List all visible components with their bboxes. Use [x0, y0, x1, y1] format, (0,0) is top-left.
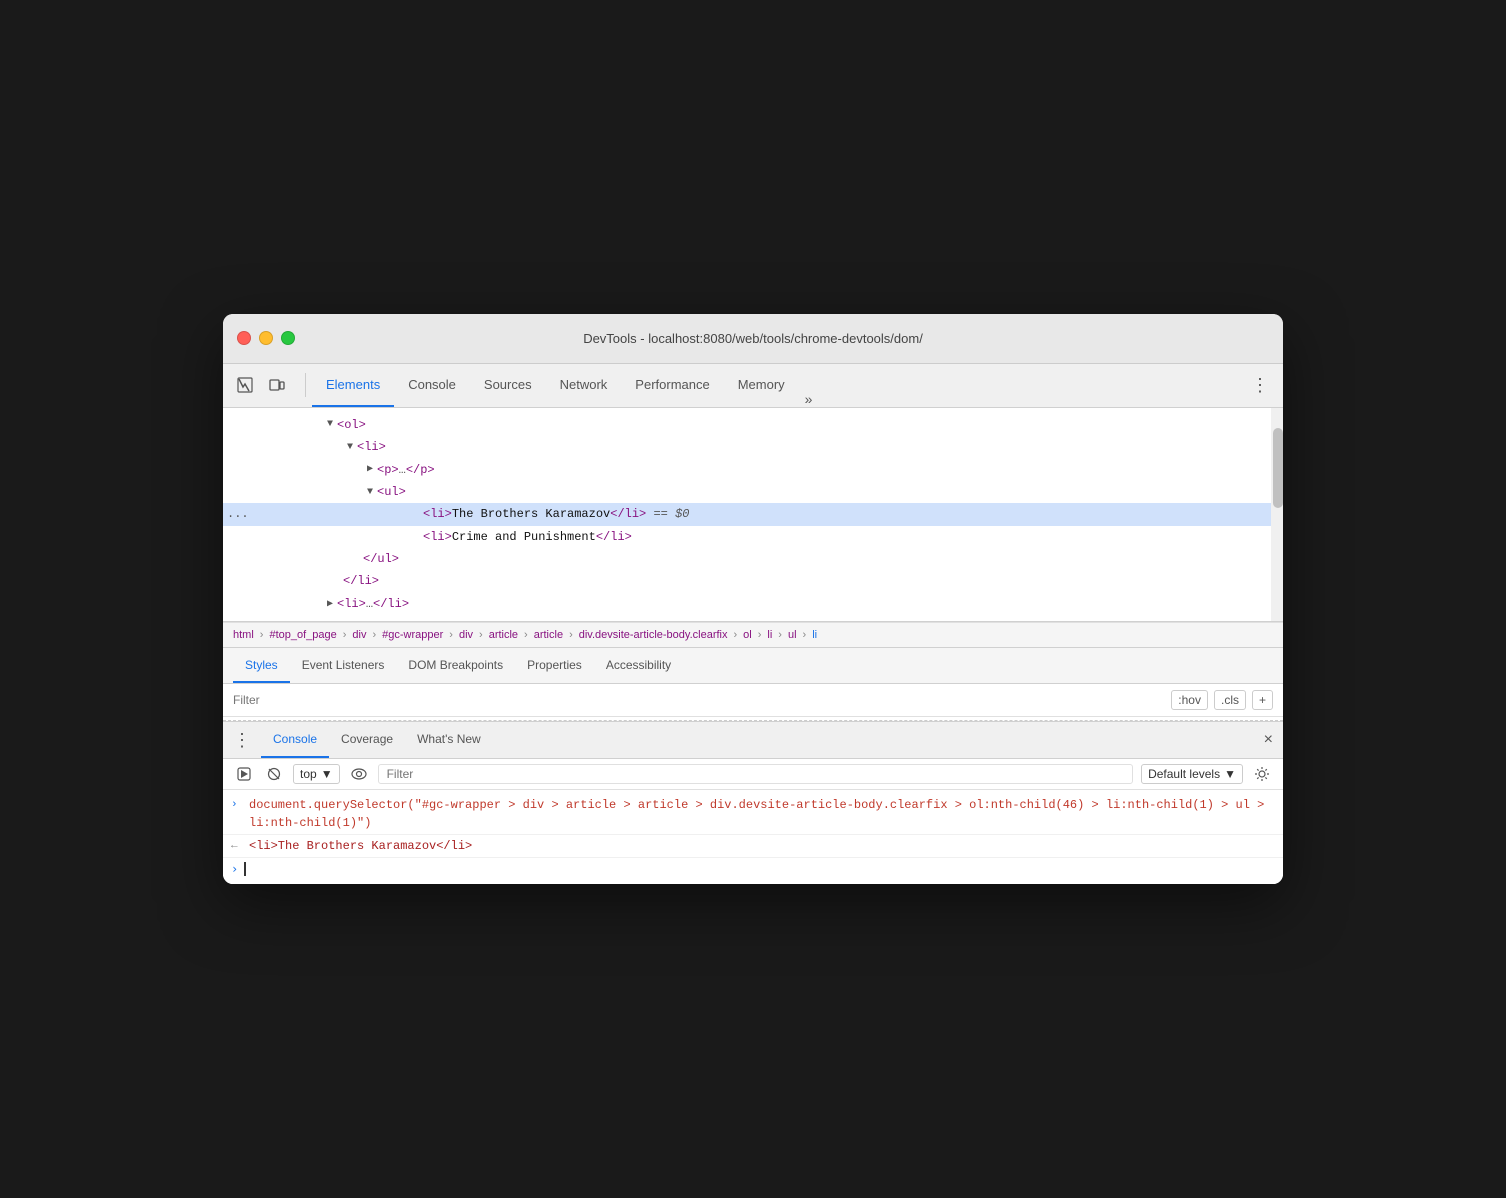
entry-arrow-1: ›	[231, 797, 245, 814]
dom-row-li-collapsed[interactable]: ▶ <li> … </li>	[223, 593, 1283, 615]
inspect-element-button[interactable]	[233, 373, 257, 397]
styles-filter-bar: :hov .cls +	[223, 684, 1283, 717]
console-prompt: ›	[231, 862, 238, 876]
expand-ol-arrow[interactable]: ▼	[323, 416, 337, 433]
console-tab-console[interactable]: Console	[261, 722, 329, 758]
dom-scrollbar-thumb[interactable]	[1273, 428, 1283, 508]
dom-scrollbar[interactable]	[1271, 408, 1283, 622]
console-tabs-bar: ⋮ Console Coverage What's New ×	[223, 721, 1283, 759]
dom-row-close-ul[interactable]: </ul>	[223, 548, 1283, 570]
breadcrumb-html[interactable]: html	[233, 629, 254, 641]
breadcrumb-div-class[interactable]: div.devsite-article-body.clearfix	[579, 629, 728, 641]
sub-tab-event-listeners[interactable]: Event Listeners	[290, 648, 397, 683]
console-query-text: document.querySelector("#gc-wrapper > di…	[249, 796, 1275, 832]
console-more-button[interactable]: ⋮	[233, 730, 251, 751]
dom-row-p[interactable]: ▶ <p> … </p>	[223, 459, 1283, 481]
styles-filter-input[interactable]	[233, 693, 1163, 707]
sub-tabs-bar: Styles Event Listeners DOM Breakpoints P…	[223, 648, 1283, 684]
console-input-line[interactable]: ›	[223, 858, 1283, 880]
breadcrumb-li-selected[interactable]: li	[812, 629, 817, 641]
dom-row-crime[interactable]: <li> Crime and Punishment </li>	[223, 526, 1283, 548]
console-settings-button[interactable]	[1251, 763, 1273, 785]
sub-tab-accessibility[interactable]: Accessibility	[594, 648, 683, 683]
window-title: DevTools - localhost:8080/web/tools/chro…	[583, 331, 923, 346]
main-tabs-bar: Elements Console Sources Network Perform…	[223, 364, 1283, 408]
console-cursor	[244, 862, 246, 876]
entry-arrow-2: ←	[231, 838, 245, 855]
add-style-button[interactable]: +	[1252, 690, 1273, 710]
title-bar: DevTools - localhost:8080/web/tools/chro…	[223, 314, 1283, 364]
default-levels-button[interactable]: Default levels ▼	[1141, 764, 1243, 784]
levels-dropdown-arrow: ▼	[1224, 767, 1236, 781]
eye-button[interactable]	[348, 763, 370, 785]
devtools-window: DevTools - localhost:8080/web/tools/chro…	[223, 314, 1283, 885]
expand-li1-arrow[interactable]: ▼	[343, 439, 357, 456]
console-tab-coverage[interactable]: Coverage	[329, 722, 405, 758]
tab-elements[interactable]: Elements	[312, 364, 394, 407]
dom-row-brothers[interactable]: ... <li> The Brothers Karamazov </li> ==…	[223, 503, 1283, 525]
breadcrumb-ol[interactable]: ol	[743, 629, 752, 641]
console-entry-result[interactable]: ← <li>The Brothers Karamazov</li>	[223, 835, 1283, 858]
tab-memory[interactable]: Memory	[724, 364, 799, 407]
clear-console-button[interactable]	[263, 763, 285, 785]
context-selector[interactable]: top ▼	[293, 764, 340, 784]
tab-performance[interactable]: Performance	[621, 364, 723, 407]
console-filter-input[interactable]	[378, 764, 1133, 784]
devtools-menu-button[interactable]: ⋮	[1247, 375, 1273, 396]
dots-indicator: ...	[223, 504, 253, 524]
minimize-button[interactable]	[259, 331, 273, 345]
expand-ul-arrow[interactable]: ▼	[363, 484, 377, 501]
expand-p-arrow[interactable]: ▶	[363, 461, 377, 478]
execute-script-button[interactable]	[233, 763, 255, 785]
elements-panel: ▼ <ol> ▼ <li> ▶ <p> … </p> ▼ <ul>	[223, 408, 1283, 623]
breadcrumb-bar: html › #top_of_page › div › #gc-wrapper …	[223, 622, 1283, 648]
tab-network[interactable]: Network	[546, 364, 622, 407]
breadcrumb-li2[interactable]: li	[767, 629, 772, 641]
console-result-text: <li>The Brothers Karamazov</li>	[249, 837, 1275, 855]
breadcrumb-article1[interactable]: article	[489, 629, 518, 641]
context-dropdown-arrow: ▼	[321, 767, 333, 781]
expand-li-collapsed-arrow[interactable]: ▶	[323, 596, 337, 613]
hov-button[interactable]: :hov	[1171, 690, 1208, 710]
dom-row-li-1[interactable]: ▼ <li>	[223, 436, 1283, 458]
console-output: › document.querySelector("#gc-wrapper > …	[223, 790, 1283, 884]
traffic-lights	[237, 331, 295, 345]
breadcrumb-div2[interactable]: div	[459, 629, 473, 641]
sub-tab-styles[interactable]: Styles	[233, 648, 290, 683]
tabs-more-button[interactable]: »	[799, 391, 819, 407]
sub-tab-dom-breakpoints[interactable]: DOM Breakpoints	[396, 648, 515, 683]
close-button[interactable]	[237, 331, 251, 345]
breadcrumb-article2[interactable]: article	[534, 629, 563, 641]
filter-buttons: :hov .cls +	[1171, 690, 1273, 710]
device-toolbar-button[interactable]	[265, 373, 289, 397]
console-close-button[interactable]: ×	[1264, 731, 1273, 749]
toolbar-icons	[233, 373, 289, 397]
console-toolbar: top ▼ Default levels ▼	[223, 759, 1283, 790]
breadcrumb-gc-wrapper[interactable]: #gc-wrapper	[382, 629, 443, 641]
dom-row-close-li1[interactable]: </li>	[223, 570, 1283, 592]
tab-console[interactable]: Console	[394, 364, 470, 407]
sub-tab-properties[interactable]: Properties	[515, 648, 594, 683]
dom-row-ul[interactable]: ▼ <ul>	[223, 481, 1283, 503]
tabs-bar-actions: ⋮	[1247, 375, 1273, 396]
tab-sources[interactable]: Sources	[470, 364, 546, 407]
breadcrumb-top-of-page[interactable]: #top_of_page	[269, 629, 336, 641]
maximize-button[interactable]	[281, 331, 295, 345]
toolbar-divider	[305, 373, 306, 397]
dom-tree: ▼ <ol> ▼ <li> ▶ <p> … </p> ▼ <ul>	[223, 408, 1283, 622]
console-entry-query[interactable]: › document.querySelector("#gc-wrapper > …	[223, 794, 1283, 835]
console-tab-whats-new[interactable]: What's New	[405, 722, 493, 758]
console-panel: ⋮ Console Coverage What's New ×	[223, 721, 1283, 884]
cls-button[interactable]: .cls	[1214, 690, 1246, 710]
breadcrumb-ul[interactable]: ul	[788, 629, 797, 641]
dom-row-ol[interactable]: ▼ <ol>	[223, 414, 1283, 436]
breadcrumb-div1[interactable]: div	[352, 629, 366, 641]
main-tabs: Elements Console Sources Network Perform…	[312, 364, 1247, 407]
